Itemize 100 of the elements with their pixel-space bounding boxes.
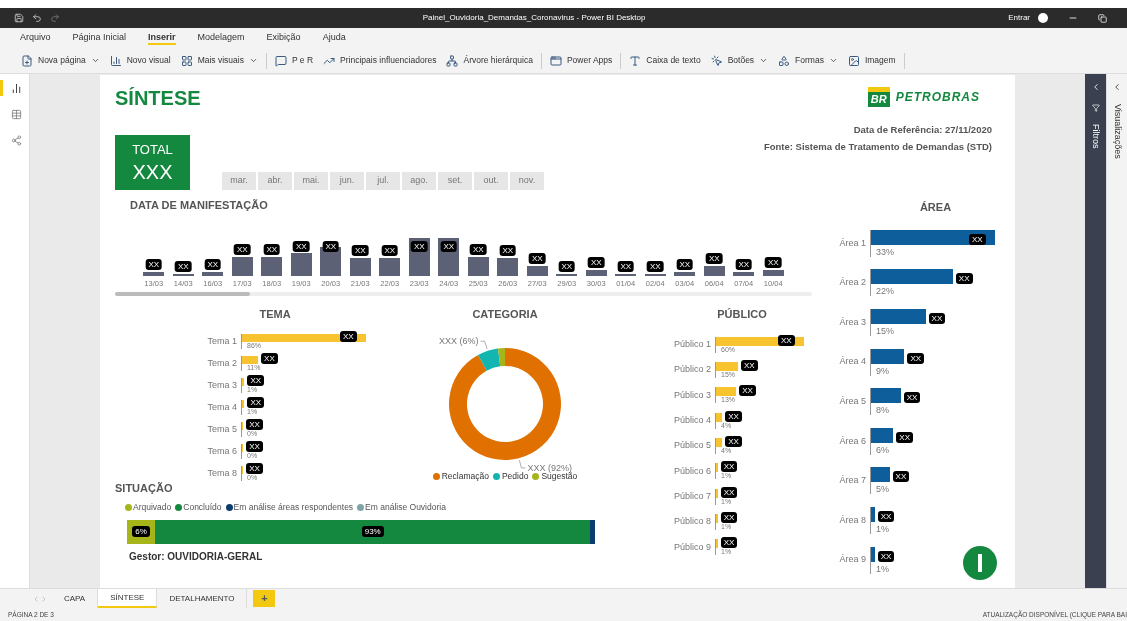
column-bar (526, 266, 548, 276)
chart-title: DATA DE MANIFESTAÇÃO (130, 198, 269, 213)
chart-title: PÚBLICO (716, 306, 768, 322)
sign-in-link[interactable]: Entrar (1008, 12, 1030, 24)
visualizations-pane[interactable]: Visualizações (1106, 74, 1127, 588)
scrollbar[interactable] (115, 291, 812, 296)
month-slicer-button[interactable]: nov. (510, 172, 544, 190)
month-slicer-button[interactable]: mar. (222, 172, 256, 190)
data-label: XX (322, 240, 340, 252)
data-label: XX (705, 253, 723, 264)
restore-icon[interactable] (1098, 13, 1107, 23)
category-label: Público 7 (672, 489, 712, 503)
month-slicer-button[interactable]: jul. (366, 172, 400, 190)
data-label: XX (340, 330, 357, 342)
pane-label: Visualizações (1111, 104, 1124, 159)
category-label: Área 3 (838, 315, 867, 329)
data-label: XX (725, 410, 742, 422)
data-label: XX (741, 360, 758, 372)
percent-label: 9% (875, 364, 890, 376)
collapse-icon[interactable] (1112, 82, 1122, 92)
menu-tab[interactable]: Modelagem (197, 31, 245, 45)
category-label: Tema 5 (206, 422, 238, 436)
month-slicer-button[interactable]: jun. (330, 172, 364, 190)
data-label: 93% (361, 526, 384, 537)
source-text: Fonte: Sistema de Tratamento de Demandas (STD) (763, 140, 992, 155)
data-label: XX (646, 260, 664, 272)
text-box-icon (629, 54, 642, 67)
save-icon[interactable] (14, 13, 24, 23)
month-slicer-button[interactable]: out. (474, 172, 508, 190)
month-slicer-button[interactable]: mai. (294, 172, 328, 190)
filters-pane[interactable]: Filtros (1085, 74, 1106, 588)
scrollbar-thumb[interactable] (115, 291, 250, 296)
data-label: XX (233, 243, 251, 255)
column-bar (379, 258, 401, 276)
percent-label: 15% (875, 325, 895, 336)
pointer-icon (710, 54, 723, 67)
menu-tab[interactable]: Ajuda (322, 31, 346, 45)
month-slicer-button[interactable]: abr. (258, 172, 292, 190)
category-label: Área 5 (838, 394, 867, 408)
column-bar (172, 273, 194, 276)
category-label: Área 4 (838, 355, 867, 369)
ribbon-button[interactable]: Nova página (16, 50, 105, 71)
legend-label: Em análise Ouvidoria (365, 500, 446, 514)
percent-label: 33% (875, 245, 895, 257)
logo-mark: BR (867, 87, 890, 107)
ribbon-button[interactable]: Power Apps (544, 50, 618, 71)
caret-icon (90, 56, 100, 65)
data-label: XX (145, 258, 163, 270)
undo-icon[interactable] (32, 13, 42, 23)
menu-tab[interactable]: Página Inicial (72, 31, 127, 45)
percent-label: 22% (875, 285, 895, 297)
data-label: XX (896, 431, 913, 443)
data-label: XX (499, 245, 517, 257)
data-label: XX (174, 260, 192, 272)
legend-label: Arquivado (133, 500, 172, 514)
ribbon-button[interactable]: Botões (705, 50, 774, 71)
ribbon-button[interactable]: Principais influenciadores (318, 50, 442, 71)
column-bar (320, 247, 342, 276)
column-bar (143, 271, 165, 276)
column-bar (349, 258, 371, 276)
column-bar (261, 256, 283, 276)
add-page-button[interactable]: + (253, 590, 276, 607)
category-label: Área 9 (838, 553, 867, 567)
ribbon-button[interactable]: Caixa de texto (624, 50, 706, 71)
data-label: XX (725, 436, 742, 448)
column-bar (202, 271, 224, 276)
month-slicer-button[interactable]: set. (438, 172, 472, 190)
data-label: XX (204, 258, 222, 270)
data-label: XX (292, 240, 310, 252)
image-icon (847, 54, 860, 67)
ribbon-button[interactable]: P e R (269, 50, 319, 71)
category-label: Público 1 (672, 338, 712, 352)
ribbon-button[interactable]: Novo visual (104, 50, 176, 71)
menu-tab[interactable]: Arquivo (20, 31, 51, 45)
callout-label: XXX (92%) (527, 463, 572, 474)
page-tab[interactable]: SÍNTESE (98, 589, 158, 608)
data-label: XX (877, 550, 895, 562)
window-title: Painel_Ouvidoria_Demandas_Coronavirus - Power BI Desktop (421, 12, 647, 24)
speech-bubble-icon (274, 54, 287, 67)
column-bar (703, 266, 725, 276)
percent-label: 1% (875, 522, 890, 534)
legend-label: Pedido (501, 471, 529, 483)
data-label: XX (587, 256, 605, 268)
ribbon-button[interactable]: Imagem (842, 50, 901, 71)
menu-tab[interactable]: Inserir (148, 31, 176, 45)
leader-line (519, 460, 526, 469)
percent-label: 8% (875, 404, 890, 416)
ribbon-button[interactable]: Árvore hierárquica (441, 50, 538, 71)
category-label: Tema 8 (206, 466, 238, 480)
menu-tab[interactable]: Exibição (266, 31, 301, 45)
app-window-icon (549, 54, 562, 67)
month-slicer-button[interactable]: ago. (402, 172, 436, 190)
redo-icon[interactable] (50, 13, 60, 23)
ribbon-button[interactable]: Formas (773, 50, 843, 71)
avatar-icon[interactable] (1038, 13, 1048, 23)
category-label: Área 7 (838, 474, 867, 488)
data-label: 6% (132, 526, 150, 537)
network-icon (446, 54, 459, 67)
ribbon-button[interactable]: Mais visuais (175, 50, 263, 71)
data-label: XX (617, 260, 635, 272)
